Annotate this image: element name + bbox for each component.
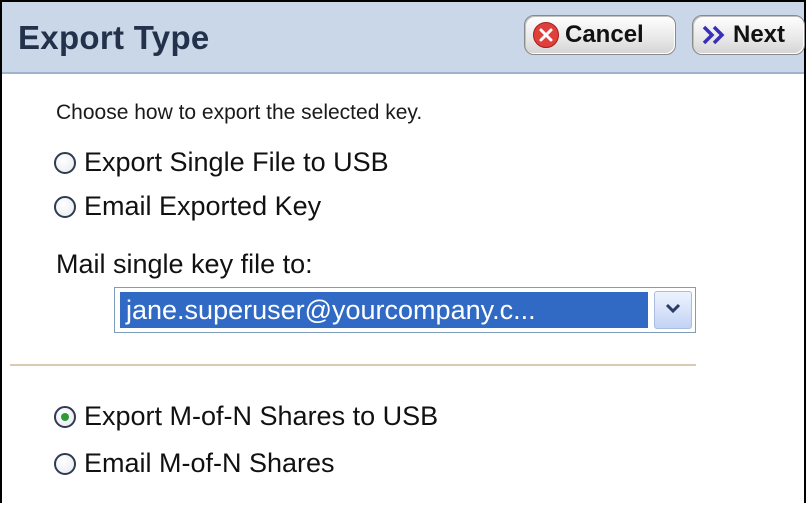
selected-email-value: jane.superuser@yourcompany.c... — [120, 292, 648, 328]
radio-button[interactable] — [54, 195, 76, 218]
cancel-button[interactable]: Cancel — [524, 15, 676, 55]
cancel-button-label: Cancel — [565, 21, 644, 48]
radio-button-checked[interactable] — [54, 405, 76, 428]
dialog-header: Export Type Cancel Next — [2, 2, 805, 74]
option-label: Export M-of-N Shares to USB — [84, 401, 439, 431]
mail-to-label: Mail single key file to: — [56, 249, 313, 279]
cancel-x-circle-icon — [533, 22, 559, 48]
next-button-label: Next — [733, 21, 786, 48]
option-label: Email Exported Key — [84, 191, 322, 221]
export-type-dialog: Export Type Cancel Next Choose how to ex… — [0, 0, 806, 503]
dialog-title: Export Type — [18, 19, 210, 56]
mail-recipient-select[interactable]: jane.superuser@yourcompany.c... — [114, 287, 696, 333]
dropdown-button[interactable] — [654, 291, 692, 329]
radio-export-mofn-shares-usb[interactable]: Export M-of-N Shares to USB — [54, 401, 438, 432]
radio-button[interactable] — [54, 151, 76, 174]
double-chevron-right-icon — [701, 23, 727, 47]
radio-email-exported-key[interactable]: Email Exported Key — [54, 191, 321, 222]
chevron-down-icon — [665, 301, 681, 319]
option-label: Email M-of-N Shares — [84, 448, 335, 478]
radio-export-single-file-usb[interactable]: Export Single File to USB — [54, 147, 389, 178]
section-divider — [10, 364, 696, 366]
option-label: Export Single File to USB — [84, 147, 389, 177]
radio-email-mofn-shares[interactable]: Email M-of-N Shares — [54, 448, 335, 479]
instruction-text: Choose how to export the selected key. — [56, 101, 423, 124]
radio-button[interactable] — [54, 452, 76, 475]
next-button[interactable]: Next — [692, 15, 805, 55]
